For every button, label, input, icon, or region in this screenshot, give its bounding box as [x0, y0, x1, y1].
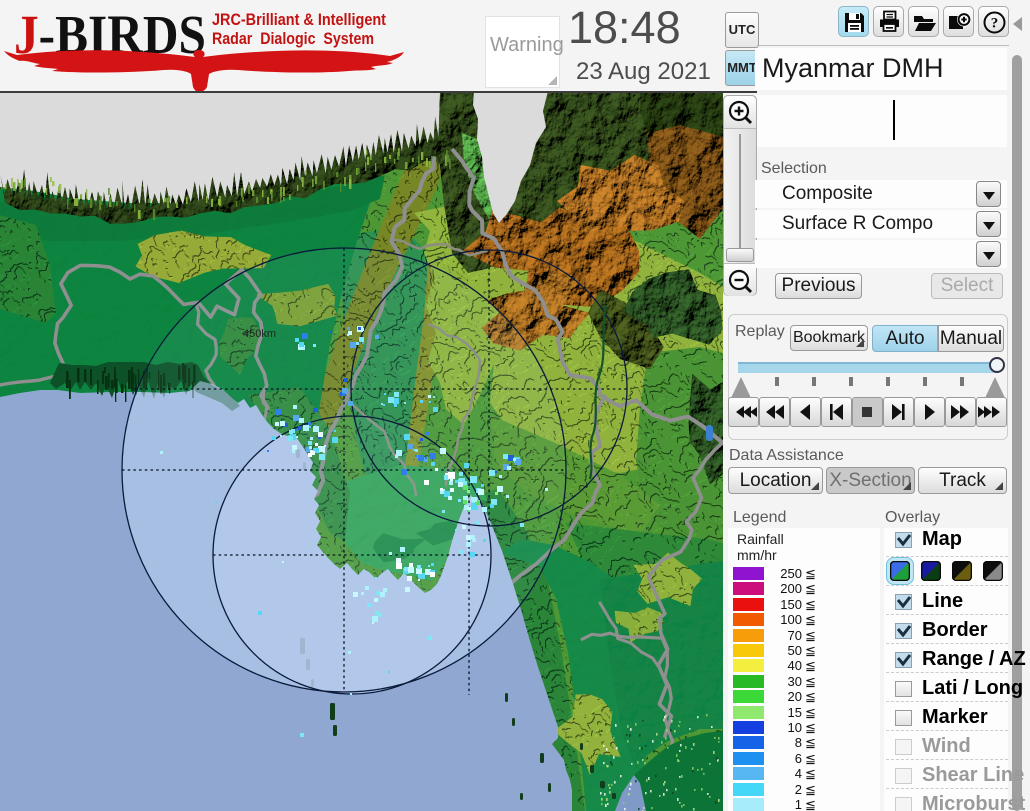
svg-text:JRC-Brilliant & Intelligent: JRC-Brilliant & Intelligent [212, 10, 386, 29]
svg-text:Radar Dialogic System: Radar Dialogic System [212, 29, 374, 48]
svg-text:450km: 450km [243, 328, 276, 340]
svg-text:?: ? [991, 16, 999, 32]
